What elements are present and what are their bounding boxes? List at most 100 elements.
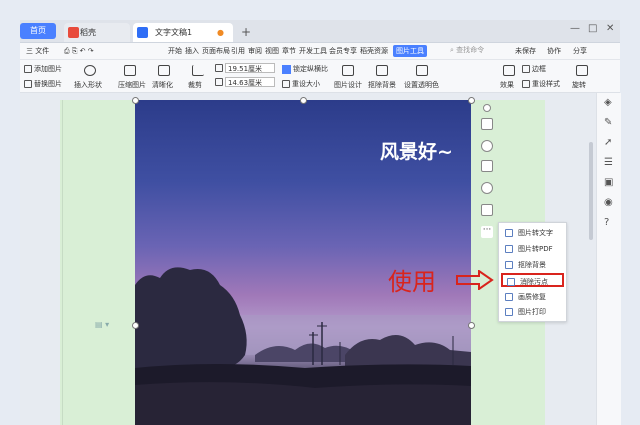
edit-icon[interactable]: ▣	[604, 177, 613, 188]
vertical-scrollbar[interactable]	[588, 96, 594, 416]
lock-ratio-checkbox[interactable]: 锁定纵横比	[282, 64, 328, 74]
daoke-logo-icon	[68, 27, 79, 38]
resize-handle-top[interactable]	[300, 97, 307, 104]
height-field[interactable]: 14.63厘米	[215, 77, 275, 87]
search-command-label: 查找命令	[456, 46, 485, 54]
menu-item-view[interactable]: 视图	[265, 45, 279, 57]
clarify-label[interactable]: 清晰化	[152, 80, 173, 90]
width-value[interactable]: 19.51厘米	[225, 63, 275, 73]
reset-size-icon	[282, 80, 290, 88]
quality-repair-icon	[505, 293, 513, 301]
share-button[interactable]: 分享	[573, 45, 587, 57]
menu-item-member[interactable]: 会员专享	[329, 45, 357, 57]
width-field[interactable]: 19.51厘米	[215, 63, 275, 73]
resize-handle-right[interactable]	[468, 322, 475, 329]
replace-picture-button[interactable]: 替换图片	[24, 79, 62, 89]
transparent-color-icon[interactable]	[416, 65, 428, 76]
border-button[interactable]: 边框	[522, 64, 546, 74]
transparent-color-label[interactable]: 设置透明色	[404, 80, 439, 90]
menu-picture-to-text[interactable]: 图片转文字	[501, 226, 564, 240]
menu-item-start[interactable]: 开始	[168, 45, 182, 57]
menu-picture-print-label: 图片打印	[518, 308, 546, 316]
menu-item-review[interactable]: 审阅	[248, 45, 262, 57]
clarify-icon[interactable]	[158, 65, 170, 76]
scrollbar-thumb[interactable]	[589, 142, 593, 240]
minimize-icon[interactable]: —	[570, 23, 580, 34]
resize-handle-top-right[interactable]	[468, 97, 475, 104]
collaborate-button[interactable]: 协作	[547, 45, 561, 57]
menu-picture-to-pdf[interactable]: 图片转PDF	[501, 242, 564, 256]
annotation-arrow-icon	[456, 270, 494, 290]
insert-shape-icon[interactable]	[84, 65, 96, 76]
pointer-icon[interactable]: ➚	[604, 137, 612, 148]
cutout-icon[interactable]	[376, 65, 388, 76]
unsaved-status[interactable]: 未保存	[515, 45, 536, 57]
location-icon[interactable]	[481, 182, 493, 194]
reset-size-label: 重设大小	[292, 80, 320, 88]
new-tab-button[interactable]: +	[238, 23, 254, 42]
pen-icon[interactable]: ✎	[604, 117, 612, 128]
photo-caption: 风景好~	[380, 141, 453, 163]
checkbox-checked-icon	[282, 64, 291, 74]
height-value[interactable]: 14.63厘米	[225, 77, 275, 87]
reset-size-button[interactable]: 重设大小	[282, 79, 320, 89]
unsaved-dot-icon: ●	[217, 28, 224, 37]
layout-options-icon[interactable]	[481, 118, 493, 130]
insert-shape-label[interactable]: 插入形状	[74, 80, 102, 90]
compress-picture-label[interactable]: 压缩图片	[118, 80, 146, 90]
menu-item-insert[interactable]: 插入	[185, 45, 199, 57]
crop-icon[interactable]	[192, 65, 204, 76]
tab-document[interactable]: 文字文稿1 ●	[133, 23, 233, 42]
eraser-icon	[507, 278, 515, 286]
menu-item-reference[interactable]: 引用	[231, 45, 245, 57]
picture-design-icon[interactable]	[342, 65, 354, 76]
collapse-icon[interactable]	[483, 104, 491, 112]
reset-style-label: 重设样式	[532, 80, 560, 88]
menu-quality-repair[interactable]: 画质修复	[501, 290, 564, 304]
picture-design-label[interactable]: 图片设计	[334, 80, 362, 90]
picture-to-text-icon	[505, 229, 513, 237]
style-icon[interactable]: ◈	[604, 97, 612, 108]
menu-item-layout[interactable]: 页面布局	[202, 45, 230, 57]
close-icon[interactable]: ✕	[606, 23, 614, 34]
undo-redo-icons[interactable]: ⎙ ⎘ ↶ ↷	[64, 45, 94, 57]
restore-icon[interactable]: □	[588, 23, 597, 34]
more-icon[interactable]: ···	[481, 226, 493, 238]
reset-style-button[interactable]: 重设样式	[522, 79, 560, 89]
menu-picture-print[interactable]: 图片打印	[501, 305, 564, 319]
menu-item-picture-tools[interactable]: 图片工具	[393, 45, 427, 57]
resize-handle-top-left[interactable]	[132, 97, 139, 104]
location-pin-icon[interactable]: ◉	[604, 197, 613, 208]
effect-icon[interactable]	[503, 65, 515, 76]
add-picture-button[interactable]: 添加图片	[24, 64, 62, 74]
remove-background-icon	[505, 261, 513, 269]
printer-icon	[505, 308, 513, 316]
menu-item-resources[interactable]: 稻壳资源	[360, 45, 388, 57]
zoom-icon[interactable]	[481, 140, 493, 152]
menu-item-chapter[interactable]: 章节	[282, 45, 296, 57]
tab-home[interactable]: 首页	[20, 23, 56, 39]
menu-item-devtools[interactable]: 开发工具	[299, 45, 327, 57]
tab-document-label: 文字文稿1	[155, 28, 193, 37]
settings-icon[interactable]: ☰	[604, 157, 613, 168]
compress-picture-icon[interactable]	[124, 65, 136, 76]
rotate-label[interactable]: 旋转	[572, 80, 586, 90]
app-window: 首页 稻壳 文字文稿1 ● + — □ ✕ 三 文件 ⎙ ⎘ ↶ ↷ 开始 插入…	[0, 0, 640, 425]
resize-handle-left[interactable]	[132, 322, 139, 329]
border-label: 边框	[532, 65, 546, 73]
paragraph-layout-icon[interactable]: ▤ ▾	[95, 320, 109, 329]
picture-more-menu: 图片转文字 图片转PDF 抠除背景 消除污点 画质修复 图片打印	[498, 222, 567, 322]
menu-remove-spots[interactable]: 消除污点	[501, 273, 564, 287]
crop-label[interactable]: 裁剪	[188, 80, 202, 90]
tab-daoke[interactable]: 稻壳	[64, 23, 130, 42]
cutout-label[interactable]: 抠除背景	[368, 80, 396, 90]
crop-quick-icon[interactable]	[481, 160, 493, 172]
menu-remove-background[interactable]: 抠除背景	[501, 258, 564, 272]
menu-file[interactable]: 三 文件	[26, 45, 49, 57]
help-icon[interactable]: ?	[604, 217, 609, 228]
picture-convert-icon[interactable]	[481, 204, 493, 216]
menu-quality-repair-label: 画质修复	[518, 293, 546, 301]
effect-label[interactable]: 效果	[500, 80, 514, 90]
search-command[interactable]: ⌕ 查找命令	[450, 45, 484, 55]
rotate-icon[interactable]	[576, 65, 588, 76]
